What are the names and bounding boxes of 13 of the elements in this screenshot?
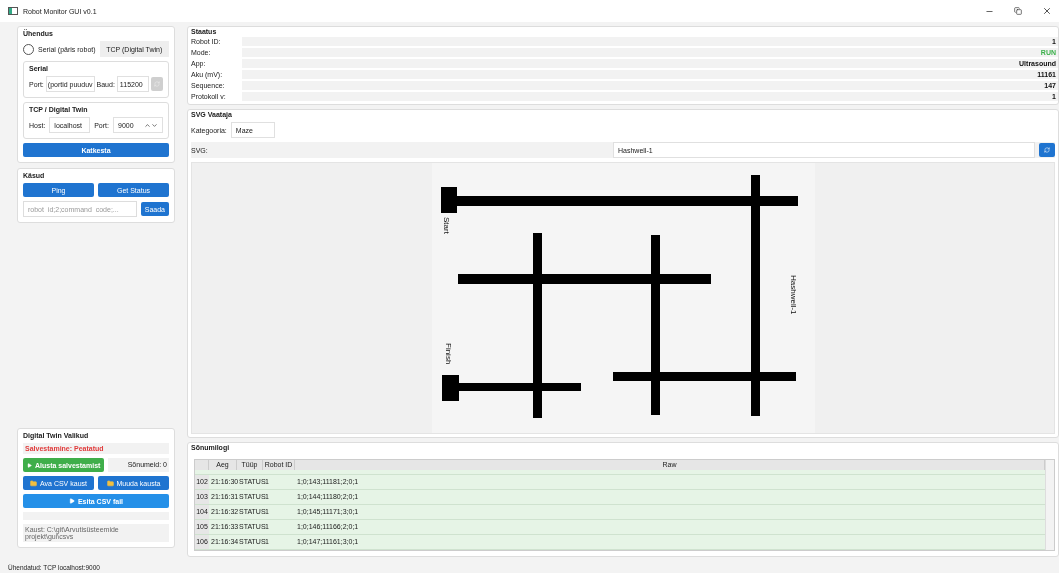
start-label: Start — [441, 217, 451, 234]
spin-up-icon[interactable] — [144, 121, 151, 129]
app-icon — [8, 7, 18, 15]
maze-name-label: Hashwell-1 — [788, 275, 798, 315]
refresh-button[interactable] — [1039, 143, 1055, 157]
refresh-icon — [1044, 147, 1050, 153]
play-icon — [27, 462, 32, 468]
spin-down-icon[interactable] — [151, 121, 158, 129]
finish-label: Finish — [443, 343, 453, 365]
play-icon — [68, 498, 75, 504]
folder-icon — [106, 479, 114, 487]
scrollbar[interactable] — [1045, 460, 1054, 550]
folder-icon — [30, 479, 37, 487]
